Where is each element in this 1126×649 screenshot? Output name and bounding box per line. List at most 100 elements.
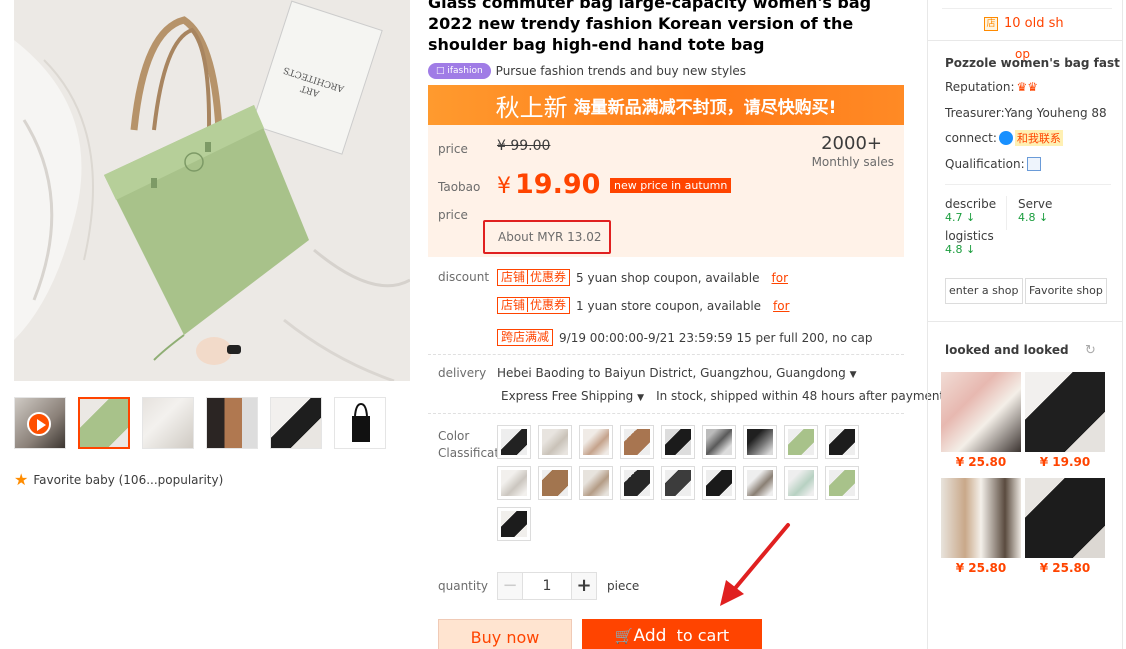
crown-icon: ♛♛	[1016, 80, 1039, 94]
color-swatch[interactable]	[538, 466, 572, 500]
autumn-sale-banner[interactable]: 秋上新 海量新品满减不封顶，请尽快购买!	[428, 85, 904, 125]
store-coupon-tag[interactable]: 店铺 优惠券	[497, 297, 571, 314]
delivery-route[interactable]: Hebei Baoding to Baiyun District, Guangz…	[497, 366, 856, 380]
taobao-price: ¥ 19.90	[497, 169, 600, 200]
logistics-score: logistics 4.8 ↓	[945, 229, 994, 257]
divider	[942, 8, 1112, 9]
recommended-item-price: ¥ 19.90	[1039, 455, 1091, 469]
decrease-quantity-button[interactable]: −	[497, 572, 523, 600]
play-icon[interactable]	[27, 412, 51, 436]
thumbnail-strip	[14, 397, 386, 449]
color-swatch[interactable]	[784, 425, 818, 459]
color-swatch[interactable]	[743, 466, 777, 500]
coupon-row: 店铺 优惠券 1 yuan store coupon, available for	[497, 297, 790, 314]
ifashion-badge: □ ifashion	[428, 63, 491, 79]
color-swatch[interactable]	[579, 466, 613, 500]
recommended-item-image[interactable]	[1025, 372, 1105, 452]
quantity-stepper: − + piece	[497, 572, 639, 600]
color-swatch[interactable]	[579, 425, 613, 459]
delivery-label: delivery	[438, 366, 487, 380]
wangwang-icon[interactable]	[998, 131, 1013, 145]
thumbnail-green-bag[interactable]	[78, 397, 130, 449]
caret-down-icon: ▼	[849, 370, 857, 380]
describe-score: describe 4.7 ↓	[945, 197, 997, 225]
shop-qualification: Qualification:	[945, 157, 1041, 171]
favorite-label: Favorite baby (106...popularity)	[33, 473, 224, 487]
coupon-text: 1 yuan store coupon, available	[576, 298, 762, 313]
color-swatch[interactable]	[702, 466, 736, 500]
product-title: Glass commuter bag large-capacity women'…	[428, 0, 872, 54]
recommended-item[interactable]: ¥ 25.80	[941, 372, 1021, 469]
color-swatch[interactable]	[825, 425, 859, 459]
divider	[945, 184, 1111, 185]
taobao-price-value: 19.90	[515, 169, 601, 200]
caret-down-icon: ▼	[637, 393, 645, 403]
arrow-down-icon: ↓	[1039, 211, 1049, 224]
black-bag-thumb-graphic	[352, 402, 370, 442]
old-shop-badge[interactable]: 店 10 old sh	[984, 16, 1064, 31]
color-swatch[interactable]	[661, 466, 695, 500]
color-swatch[interactable]	[661, 425, 695, 459]
coupon-link[interactable]: for	[772, 271, 789, 285]
cross-store-text: 9/19 00:00:00-9/21 23:59:59 15 per full …	[559, 330, 873, 345]
color-swatch[interactable]	[620, 466, 654, 500]
quantity-label: quantity	[438, 579, 489, 593]
color-swatch[interactable]	[825, 466, 859, 500]
promo-line: □ ifashion Pursue fashion trends and buy…	[428, 63, 746, 79]
recommended-item[interactable]: ¥ 25.80	[941, 478, 1021, 575]
coupon-link[interactable]: for	[773, 299, 790, 313]
main-product-illustration: ARCHITECTS ART	[14, 0, 410, 381]
thumbnail-brown-bags[interactable]	[206, 397, 258, 449]
myr-price-highlight: About MYR 13.02	[483, 220, 611, 254]
color-swatch[interactable]	[784, 466, 818, 500]
promo-text: Pursue fashion trends and buy new styles	[495, 64, 747, 78]
favorite-product[interactable]: ★ Favorite baby (106...popularity)	[14, 472, 223, 488]
thumbnail-black-bag[interactable]	[334, 397, 386, 449]
color-swatch[interactable]	[497, 425, 531, 459]
serve-score: Serve 4.8 ↓	[1018, 197, 1053, 225]
thumbnail-black-bag-model[interactable]	[270, 397, 322, 449]
looked-and-looked-title: looked and looked	[945, 343, 1069, 357]
coupon-text: 5 yuan shop coupon, available	[576, 270, 760, 285]
shipping-method[interactable]: Express Free Shipping ▼	[501, 389, 644, 403]
shop-reputation: Reputation: ♛♛	[945, 80, 1039, 94]
cross-store-discount-row: 跨店满减 9/19 00:00:00-9/21 23:59:59 15 per …	[497, 329, 872, 346]
qualification-icon[interactable]	[1026, 157, 1041, 171]
shop-coupon-tag[interactable]: 店铺 优惠券	[497, 269, 571, 286]
quantity-unit: piece	[607, 579, 640, 593]
recommended-item[interactable]: ¥ 25.80	[1025, 478, 1105, 575]
recommended-item[interactable]: ¥ 19.90	[1025, 372, 1105, 469]
coupon-row: 店铺 优惠券 5 yuan shop coupon, available for	[497, 269, 788, 286]
increase-quantity-button[interactable]: +	[571, 572, 597, 600]
enter-shop-button[interactable]: enter a shop	[945, 278, 1023, 304]
shop-sidebar: 店 10 old sh op Pozzole women's bag fast …	[927, 0, 1123, 649]
recommended-item-image[interactable]	[941, 372, 1021, 452]
cart-icon: 🛒	[614, 627, 634, 645]
recommended-item-image[interactable]	[941, 478, 1021, 558]
color-swatch[interactable]	[538, 425, 572, 459]
buy-now-button[interactable]: Buy now	[438, 619, 572, 649]
color-swatch[interactable]	[497, 466, 531, 500]
quantity-input[interactable]	[523, 572, 571, 600]
divider	[928, 321, 1122, 322]
thumbnail-video[interactable]	[14, 397, 66, 449]
add-to-cart-button[interactable]: 🛒Add to cart	[582, 619, 762, 649]
favorite-shop-button[interactable]: Favorite shop	[1025, 278, 1107, 304]
thumbnail-white-bag[interactable]	[142, 397, 194, 449]
contact-me-button[interactable]: 和我联系	[1014, 130, 1063, 146]
recommended-item-price: ¥ 25.80	[955, 561, 1007, 575]
price-box: price ¥ 99.00 2000+ Monthly sales Taobao…	[428, 125, 904, 257]
cross-store-tag[interactable]: 跨店满减	[497, 329, 554, 346]
shop-treasurer: Treasurer:Yang Youheng 88	[945, 106, 1107, 120]
color-swatch[interactable]	[620, 425, 654, 459]
main-product-image[interactable]: ARCHITECTS ART	[14, 0, 410, 381]
color-classification-label: Color Classification	[438, 429, 518, 460]
divider	[428, 413, 904, 414]
color-swatch[interactable]	[702, 425, 736, 459]
recommended-item-image[interactable]	[1025, 478, 1105, 558]
refresh-icon[interactable]: ↻	[1085, 343, 1096, 358]
shop-name[interactable]: Pozzole women's bag fast f	[945, 56, 1121, 70]
color-swatch[interactable]	[497, 507, 531, 541]
color-swatch[interactable]	[743, 425, 777, 459]
currency-symbol: ¥	[497, 174, 511, 199]
